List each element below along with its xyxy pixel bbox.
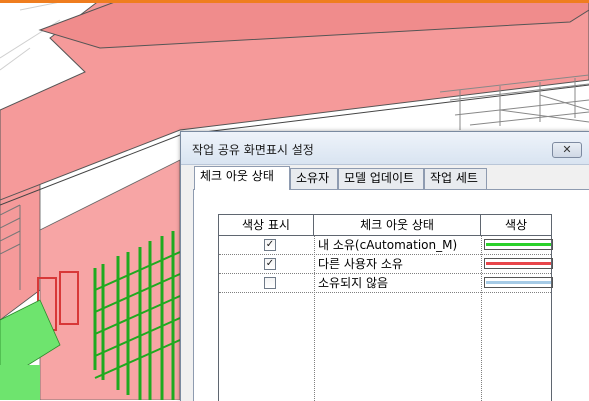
color-cell[interactable] bbox=[481, 274, 553, 293]
table-row[interactable]: ✓ 다른 사용자 소유 bbox=[219, 255, 553, 274]
tab-checkout-status[interactable]: 체크 아웃 상태 bbox=[194, 166, 290, 190]
status-label: 내 소유(cAutomation_M) bbox=[318, 238, 458, 252]
table-row[interactable]: ✓ 내 소유(cAutomation_M) bbox=[219, 236, 553, 255]
status-label: 소유되지 않음 bbox=[318, 276, 389, 290]
tab-label: 모델 업데이트 bbox=[344, 171, 415, 185]
show-color-checkbox[interactable] bbox=[264, 277, 276, 289]
color-swatch[interactable] bbox=[484, 277, 553, 288]
tab-label: 체크 아웃 상태 bbox=[200, 169, 274, 183]
color-swatch[interactable] bbox=[484, 239, 553, 250]
tab-owners[interactable]: 소유자 bbox=[290, 168, 338, 189]
accent-top-bar bbox=[0, 0, 589, 3]
color-cell[interactable] bbox=[481, 255, 553, 274]
close-icon: ✕ bbox=[562, 143, 572, 156]
color-fill bbox=[486, 262, 551, 265]
column-header-checkout-status[interactable]: 체크 아웃 상태 bbox=[314, 215, 481, 236]
tab-worksets[interactable]: 작업 세트 bbox=[424, 168, 487, 189]
table-row[interactable]: 소유되지 않음 bbox=[219, 274, 553, 293]
tab-label: 소유자 bbox=[296, 171, 330, 185]
column-header-color[interactable]: 색상 bbox=[481, 215, 551, 236]
color-cell[interactable] bbox=[481, 236, 553, 255]
color-fill bbox=[486, 281, 551, 284]
show-color-cell: ✓ bbox=[219, 255, 314, 274]
tab-model-updates[interactable]: 모델 업데이트 bbox=[338, 168, 424, 189]
status-label: 다른 사용자 소유 bbox=[318, 257, 403, 271]
column-header-show-color[interactable]: 색상 표시 bbox=[219, 215, 314, 236]
show-color-cell: ✓ bbox=[219, 236, 314, 255]
dialog-title-bar[interactable]: 작업 공유 화면표시 설정 ✕ bbox=[181, 132, 589, 165]
dialog-title: 작업 공유 화면표시 설정 bbox=[192, 143, 314, 157]
show-color-checkbox[interactable]: ✓ bbox=[264, 239, 276, 251]
tab-label: 작업 세트 bbox=[430, 171, 478, 185]
close-button[interactable]: ✕ bbox=[552, 142, 582, 158]
color-swatch[interactable] bbox=[484, 258, 553, 269]
worksharing-display-settings-dialog: 작업 공유 화면표시 설정 ✕ 체크 아웃 상태 소유자 모델 업데이트 작업 … bbox=[180, 131, 589, 401]
show-color-cell bbox=[219, 274, 314, 293]
show-color-checkbox[interactable]: ✓ bbox=[264, 258, 276, 270]
color-fill bbox=[486, 243, 551, 246]
checkout-status-table: 색상 표시 체크 아웃 상태 색상 ✓ 내 소유(cAutomation_M) … bbox=[218, 214, 553, 401]
